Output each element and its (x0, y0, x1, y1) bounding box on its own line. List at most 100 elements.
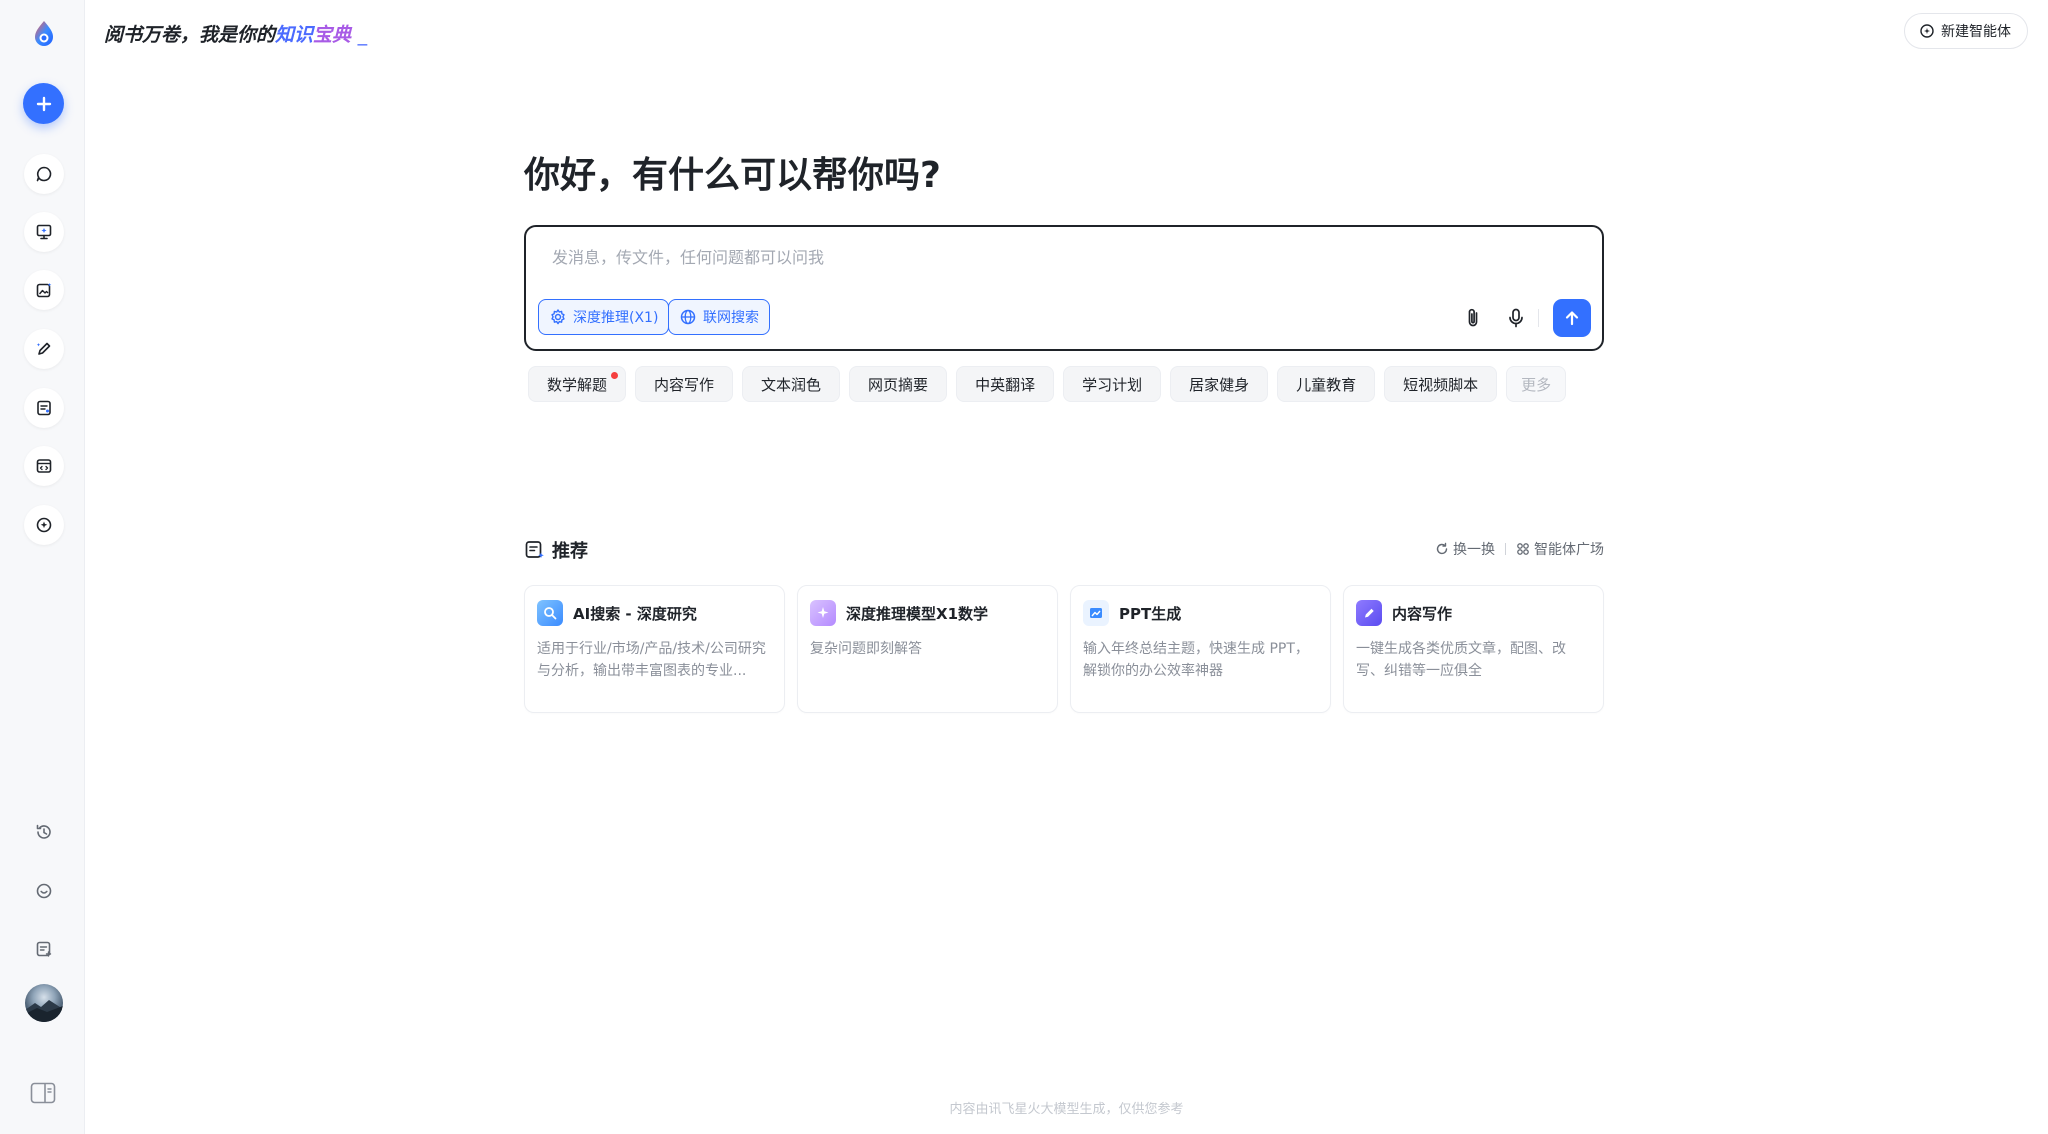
slogan-highlight-2: 宝典 (313, 24, 352, 46)
card-desc: 复杂问题即刻解答 (810, 641, 922, 657)
page-title: 你好，有什么可以帮你吗? (524, 155, 941, 196)
recommend-cards: AI搜索 - 深度研究 适用于行业/市场/产品/技术/公司研究与分析，输出带丰富… (524, 585, 1604, 713)
avatar-image-icon (25, 1000, 63, 1022)
send-button[interactable] (1553, 299, 1591, 337)
card-desc: 一键生成各类优质文章，配图、改写、纠错等一应俱全 (1356, 641, 1566, 679)
chip-label: 中英翻译 (975, 375, 1036, 394)
user-avatar[interactable] (25, 984, 63, 1022)
chip-home-fitness[interactable]: 居家健身 (1170, 366, 1269, 402)
document-icon (37, 400, 51, 416)
sidebar-item-writing[interactable] (24, 329, 64, 369)
card-x1-math[interactable]: 深度推理模型X1数学 复杂问题即刻解答 (797, 585, 1058, 713)
card-title: PPT生成 (1119, 604, 1182, 623)
web-search-toggle[interactable]: 联网搜索 (668, 299, 770, 335)
sidebar-item-chat[interactable] (24, 154, 64, 194)
search-research-icon (537, 600, 563, 626)
actions-divider (1505, 543, 1506, 555)
chip-video-script[interactable]: 短视频脚本 (1384, 366, 1498, 402)
new-agent-label: 新建智能体 (1941, 24, 2011, 40)
sidebar-item-document[interactable] (24, 388, 64, 428)
grid-icon (1517, 543, 1529, 555)
card-title: AI搜索 - 深度研究 (573, 604, 697, 623)
card-ppt[interactable]: PPT生成 输入年终总结主题，快速生成 PPT，解锁你的办公效率神器 (1070, 585, 1331, 713)
new-agent-button[interactable]: 新建智能体 (1904, 13, 2028, 49)
attach-button[interactable] (1460, 305, 1486, 331)
writing-icon (36, 342, 51, 355)
card-content-writing[interactable]: 内容写作 一键生成各类优质文章，配图、改写、纠错等一应俱全 (1343, 585, 1604, 713)
chip-label: 内容写作 (654, 375, 715, 394)
chip-label: 短视频脚本 (1403, 375, 1479, 394)
spark-logo-icon (35, 21, 53, 46)
ppt-icon (36, 224, 52, 240)
chip-translation[interactable]: 中英翻译 (956, 366, 1055, 402)
sidebar-item-ppt[interactable] (24, 212, 64, 252)
app-logo[interactable] (28, 18, 60, 50)
new-agent-icon (1920, 24, 1934, 38)
new-badge-dot (611, 372, 619, 379)
recommend-title: 推荐 (552, 541, 588, 562)
ppt-chart-icon (1083, 600, 1109, 626)
toolbar-divider (1538, 309, 1539, 327)
arrow-up-icon (1565, 311, 1579, 326)
sidebar-item-image[interactable] (24, 270, 64, 310)
recommend-icon (525, 541, 544, 559)
sidebar-item-history[interactable] (24, 812, 64, 852)
chip-label: 儿童教育 (1296, 375, 1357, 394)
chip-label: 数学解题 (547, 375, 608, 394)
deep-reasoning-label: 深度推理(X1) (573, 310, 659, 326)
paperclip-icon (1468, 308, 1478, 327)
chip-child-education[interactable]: 儿童教育 (1277, 366, 1376, 402)
card-desc: 适用于行业/市场/产品/技术/公司研究与分析，输出带丰富图表的专业... (537, 641, 766, 679)
header-slogan: 阅书万卷，我是你的知识宝典 _ (104, 20, 367, 47)
recommend-actions: 换一换 智能体广场 (1435, 539, 1604, 559)
sidebar (0, 0, 85, 1134)
sparkle-math-icon (810, 600, 836, 626)
refresh-icon (1436, 542, 1448, 555)
globe-icon (680, 309, 696, 325)
chip-label: 网页摘要 (868, 375, 929, 394)
code-icon (36, 459, 52, 473)
disclaimer-text: 内容由讯飞星火大模型生成，仅供您参考 (949, 1102, 1184, 1117)
history-icon (36, 824, 51, 839)
chat-input-box: 深度推理(X1) 联网搜索 (524, 225, 1604, 351)
chip-math[interactable]: 数学解题 (528, 366, 627, 402)
card-title: 深度推理模型X1数学 (846, 604, 989, 623)
chip-web-summary[interactable]: 网页摘要 (849, 366, 948, 402)
refresh-label: 换一换 (1453, 542, 1495, 558)
notes-icon (36, 941, 52, 957)
card-ai-search[interactable]: AI搜索 - 深度研究 适用于行业/市场/产品/技术/公司研究与分析，输出带丰富… (524, 585, 785, 713)
chip-text-polish[interactable]: 文本润色 (742, 366, 841, 402)
refresh-button[interactable]: 换一换 (1435, 539, 1495, 559)
chip-content-writing[interactable]: 内容写作 (635, 366, 734, 402)
sidebar-item-code[interactable] (24, 446, 64, 486)
image-create-icon (36, 283, 52, 298)
app-root: 阅书万卷，我是你的知识宝典 _ 新建智能体 你好，有什么可以帮你吗? 深度推理(… (0, 0, 2048, 1134)
chip-label: 更多 (1521, 375, 1552, 394)
sidebar-item-feedback[interactable] (24, 871, 64, 911)
chip-label: 学习计划 (1082, 375, 1143, 394)
card-desc: 输入年终总结主题，快速生成 PPT，解锁你的办公效率神器 (1083, 641, 1309, 679)
agent-square-label: 智能体广场 (1534, 542, 1604, 558)
chip-label: 居家健身 (1189, 375, 1250, 394)
chip-study-plan[interactable]: 学习计划 (1063, 366, 1162, 402)
chat-input[interactable] (552, 245, 1452, 269)
agent-square-link[interactable]: 智能体广场 (1516, 539, 1604, 559)
recommend-heading: 推荐 (524, 537, 588, 563)
card-title: 内容写作 (1392, 604, 1453, 623)
quick-prompt-chips: 数学解题 内容写作 文本润色 网页摘要 中英翻译 学习计划 居家健身 儿童教育 … (528, 366, 1567, 402)
voice-input-button[interactable] (1503, 305, 1529, 331)
slogan-prefix: 阅书万卷，我是你的 (104, 24, 276, 46)
typing-cursor: _ (357, 24, 368, 46)
sidebar-item-notes[interactable] (24, 929, 64, 969)
deep-reasoning-toggle[interactable]: 深度推理(X1) (538, 299, 670, 335)
new-chat-button[interactable] (23, 83, 64, 124)
plus-icon (36, 96, 51, 111)
pen-writing-icon (1356, 600, 1382, 626)
agent-icon (36, 517, 52, 533)
chip-label: 文本润色 (761, 375, 822, 394)
microphone-icon (1509, 308, 1523, 328)
feedback-icon (36, 883, 52, 899)
chip-more[interactable]: 更多 (1506, 366, 1567, 402)
sidebar-item-agent[interactable] (24, 505, 64, 545)
slogan-highlight-1: 知识 (275, 24, 314, 46)
